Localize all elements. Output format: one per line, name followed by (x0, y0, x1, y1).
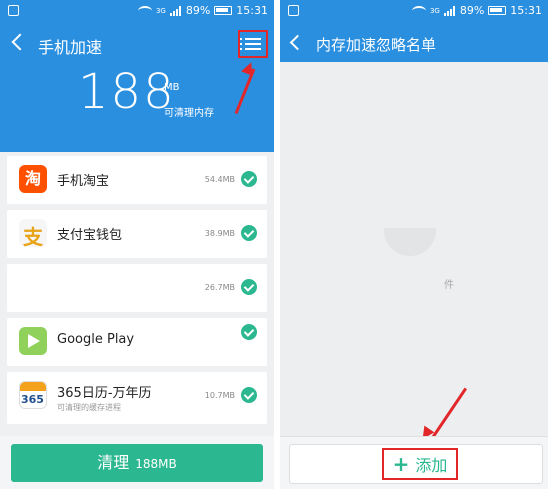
empty-state-icon (384, 228, 436, 256)
list-item[interactable]: Google Play (7, 318, 267, 366)
header: 3G 89% 15:31 手机加速 188 MB 可清理内存 (0, 0, 274, 152)
clean-button-amount: 188MB (135, 457, 177, 471)
check-icon[interactable] (241, 387, 257, 403)
battery-icon (214, 6, 233, 15)
check-icon[interactable] (241, 225, 257, 241)
wifi-icon (411, 5, 426, 16)
clock: 15:31 (510, 4, 542, 17)
page-title: 内存加速忽略名单 (316, 36, 437, 54)
back-icon[interactable] (289, 34, 306, 51)
list-item[interactable]: 淘 手机淘宝 54.4MB (7, 156, 267, 204)
alipay-icon: 支 (19, 219, 47, 249)
clock: 15:31 (236, 4, 268, 17)
battery-percent: 89% (459, 4, 485, 17)
screenshot-icon (8, 5, 19, 16)
list-item[interactable]: 26.7MB (7, 264, 267, 312)
empty-state-text: 件 (444, 280, 454, 291)
annotation-arrowhead (241, 60, 257, 76)
app-name: 支付宝钱包 (57, 228, 123, 243)
app-name: 手机淘宝 (57, 174, 110, 189)
list-item[interactable]: 支 支付宝钱包 38.9MB (7, 210, 267, 258)
header: 3G 89% 15:31 内存加速忽略名单 (280, 0, 548, 62)
status-bar: 3G 89% 15:31 (0, 0, 274, 22)
battery-percent: 89% (185, 4, 211, 17)
accelerate-screen: 3G 89% 15:31 手机加速 188 MB 可清理内存 淘 手机淘宝 54… (0, 0, 274, 489)
google-play-icon (19, 327, 47, 355)
app-size: 26.7MB (204, 283, 235, 292)
nav-bar: 手机加速 (0, 26, 274, 62)
clean-button-label: 清理 (97, 453, 130, 472)
battery-icon (488, 6, 507, 15)
ignore-list-button[interactable] (238, 30, 268, 58)
app-name: Google Play (57, 332, 135, 347)
plus-icon: + (392, 452, 410, 476)
list-icon (240, 38, 261, 40)
app-size: 54.4MB (204, 175, 235, 184)
app-size: 38.9MB (204, 229, 235, 238)
calendar-number: 365 (21, 393, 44, 406)
back-icon[interactable] (11, 33, 29, 51)
cleanable-amount: 188 (78, 64, 176, 120)
page-title: 手机加速 (38, 38, 103, 57)
app-name: 365日历-万年历 (57, 386, 152, 401)
list-item[interactable]: 365 365日历-万年历 可清理的缓存进程 10.7MB (7, 372, 267, 424)
cleanable-unit: MB (164, 82, 180, 93)
network-type: 3G (429, 6, 440, 15)
taobao-icon: 淘 (19, 165, 47, 193)
app-size: 10.7MB (204, 391, 235, 400)
calendar-top (20, 382, 46, 391)
ignore-list-screen: 3G 89% 15:31 内存加速忽略名单 件 + 添加 (280, 0, 548, 489)
calendar-icon: 365 (19, 381, 47, 409)
add-button[interactable]: + 添加 (289, 444, 543, 484)
app-subtitle: 可清理的缓存进程 (57, 403, 121, 412)
signal-icon (443, 5, 456, 16)
status-bar: 3G 89% 15:31 (280, 0, 548, 22)
signal-icon (169, 5, 182, 16)
check-icon[interactable] (241, 324, 257, 340)
network-type: 3G (155, 6, 166, 15)
add-button-highlight: + 添加 (382, 448, 458, 480)
list-icon-line (240, 43, 261, 45)
screenshot-icon (288, 5, 299, 16)
annotation-arrow (428, 387, 468, 443)
wifi-icon (137, 5, 152, 16)
list-icon-line (240, 48, 261, 50)
play-triangle (28, 334, 40, 348)
clean-button[interactable]: 清理 188MB (11, 444, 263, 482)
add-button-label: 添加 (415, 456, 448, 475)
check-icon[interactable] (241, 279, 257, 295)
alipay-glyph: 支 (23, 225, 43, 249)
check-icon[interactable] (241, 171, 257, 187)
cleanable-label: 可清理内存 (164, 108, 214, 119)
